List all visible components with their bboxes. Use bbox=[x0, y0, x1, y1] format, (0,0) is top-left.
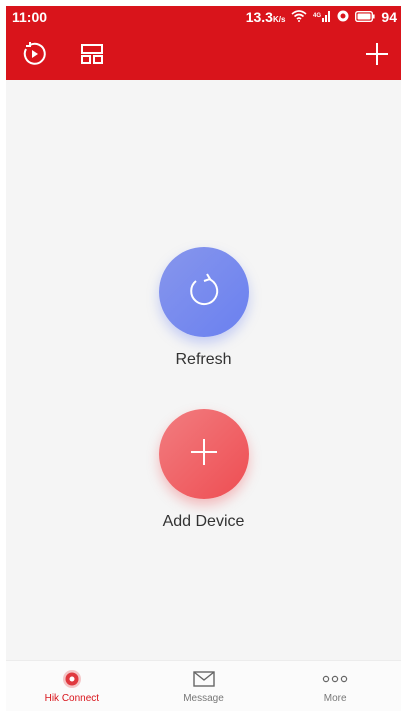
signal-icon: 4G bbox=[313, 9, 331, 25]
data-saver-icon bbox=[337, 9, 349, 25]
network-speed: 13.3K/s bbox=[246, 9, 286, 25]
playback-icon[interactable] bbox=[20, 40, 48, 68]
wifi-icon bbox=[291, 9, 307, 25]
add-device-action: Add Device bbox=[6, 409, 401, 531]
main-content: Refresh Add Device bbox=[6, 80, 401, 661]
nav-more[interactable]: More bbox=[269, 661, 401, 711]
refresh-button[interactable] bbox=[158, 247, 249, 337]
network-speed-unit: K/s bbox=[272, 15, 286, 24]
status-bar: 11:00 13.3K/s 4G 94 bbox=[6, 6, 401, 28]
more-dots-icon bbox=[322, 670, 348, 688]
add-device-label[interactable]: Add Device bbox=[163, 513, 245, 531]
svg-text:4G: 4G bbox=[313, 13, 321, 19]
app-screen: 11:00 13.3K/s 4G 94 Refresh Add Device H… bbox=[6, 6, 401, 711]
network-speed-value: 13.3 bbox=[245, 9, 273, 25]
status-time: 11:00 bbox=[12, 9, 48, 25]
status-indicators: 13.3K/s 4G 94 bbox=[246, 9, 397, 25]
nav-label-hik-connect: Hik Connect bbox=[44, 693, 100, 704]
refresh-icon bbox=[187, 272, 221, 312]
top-toolbar bbox=[6, 28, 401, 80]
battery-icon bbox=[355, 9, 376, 25]
nav-hik-connect[interactable]: Hik Connect bbox=[6, 661, 138, 711]
plus-icon bbox=[187, 435, 221, 474]
nav-label-more: More bbox=[323, 693, 347, 704]
bottom-nav: Hik Connect Message More bbox=[6, 660, 401, 711]
layout-icon[interactable] bbox=[78, 40, 106, 68]
nav-message[interactable]: Message bbox=[138, 661, 270, 711]
envelope-icon bbox=[192, 670, 215, 688]
battery-level: 94 bbox=[381, 9, 397, 25]
add-button[interactable] bbox=[363, 40, 391, 68]
hik-connect-icon bbox=[62, 670, 82, 688]
nav-label-message: Message bbox=[183, 693, 224, 704]
refresh-label[interactable]: Refresh bbox=[175, 351, 231, 369]
add-device-button[interactable] bbox=[158, 409, 249, 499]
refresh-action: Refresh bbox=[6, 247, 401, 369]
